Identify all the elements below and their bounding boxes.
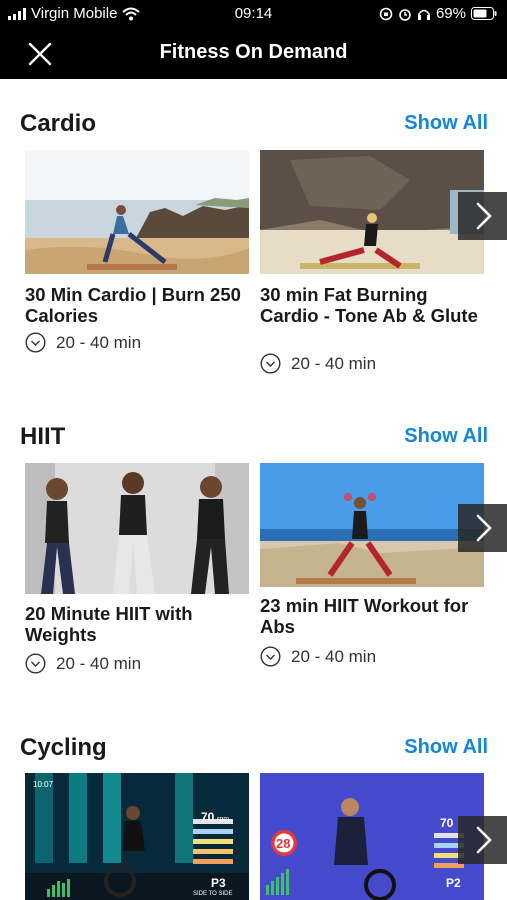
workout-title: 30 min Fat Burning Cardio - Tone Ab & Gl… — [260, 284, 478, 326]
chevron-right-icon — [476, 514, 492, 542]
workout-card[interactable]: 20 Minute HIIT with Weights 20 - 40 min — [25, 463, 249, 683]
position-label: P3 — [211, 876, 226, 890]
status-bar: Virgin Mobile 09:14 69% — [0, 0, 507, 28]
countdown-value: 28 — [276, 836, 290, 851]
show-all-cardio-link[interactable]: Show All — [404, 112, 488, 135]
rpm-value: 70 — [440, 816, 454, 830]
page-title: Fitness On Demand — [159, 41, 348, 63]
workout-title: 23 min HIIT Workout for Abs — [260, 595, 469, 637]
chevron-down-circle-icon — [25, 653, 46, 674]
show-all-cycling-link[interactable]: Show All — [404, 736, 488, 759]
section-title-hiit: HIIT — [20, 423, 66, 450]
workout-thumbnail: 28 70 P2 — [260, 773, 484, 900]
workout-thumbnail — [25, 150, 249, 274]
video-clock: 10:07 — [33, 780, 54, 789]
workout-thumbnail — [260, 463, 484, 587]
workout-card[interactable]: 10:07 70 rpm P3 SIDE TO SIDE — [25, 773, 249, 900]
battery-icon — [471, 7, 497, 20]
workout-card[interactable]: 23 min HIIT Workout for Abs 20 - 40 min — [260, 463, 484, 683]
rotation-lock-icon — [379, 7, 393, 20]
show-all-hiit-link[interactable]: Show All — [404, 425, 488, 448]
duration-row: 20 - 40 min — [260, 353, 376, 374]
workout-card[interactable]: 30 min Fat Burning Cardio - Tone Ab & Gl… — [260, 150, 484, 380]
move-label: SIDE TO SIDE — [193, 891, 232, 897]
duration-label: 20 - 40 min — [291, 646, 377, 666]
position-label: P2 — [446, 876, 461, 890]
section-title-cycling: Cycling — [20, 734, 107, 761]
workout-title: 20 Minute HIIT with Weights — [25, 603, 193, 645]
chevron-right-icon — [476, 826, 492, 854]
chevron-down-circle-icon — [25, 332, 46, 353]
duration-row: 20 - 40 min — [25, 653, 141, 674]
duration-row: 20 - 40 min — [260, 646, 376, 667]
workout-card[interactable]: 30 Min Cardio | Burn 250 Calories 20 - 4… — [25, 150, 249, 360]
chevron-down-circle-icon — [260, 646, 281, 667]
duration-label: 20 - 40 min — [56, 653, 142, 673]
alarm-icon — [399, 8, 411, 21]
carousel-next-button-hiit[interactable] — [458, 504, 507, 552]
rpm-unit: rpm — [217, 816, 229, 823]
workout-thumbnail: 10:07 70 rpm P3 SIDE TO SIDE — [25, 773, 249, 900]
duration-label: 20 - 40 min — [56, 332, 142, 352]
carousel-next-button-cardio[interactable] — [458, 192, 507, 240]
carousel-next-button-cycling[interactable] — [458, 816, 507, 864]
section-title-cardio: Cardio — [20, 110, 97, 137]
workout-thumbnail — [260, 150, 484, 274]
status-time: 09:14 — [234, 5, 273, 22]
battery-percent: 69% — [435, 5, 466, 22]
workout-thumbnail — [25, 463, 249, 594]
chevron-right-icon — [476, 202, 492, 230]
duration-label: 20 - 40 min — [291, 353, 377, 373]
duration-row: 20 - 40 min — [25, 332, 141, 353]
app-header: Fitness On Demand — [0, 28, 507, 79]
headphones-icon — [417, 9, 430, 20]
chevron-down-circle-icon — [260, 353, 281, 374]
rpm-value: 70 — [201, 810, 215, 824]
workout-card[interactable]: 28 70 P2 — [260, 773, 484, 900]
workout-title: 30 Min Cardio | Burn 250 Calories — [25, 284, 241, 326]
